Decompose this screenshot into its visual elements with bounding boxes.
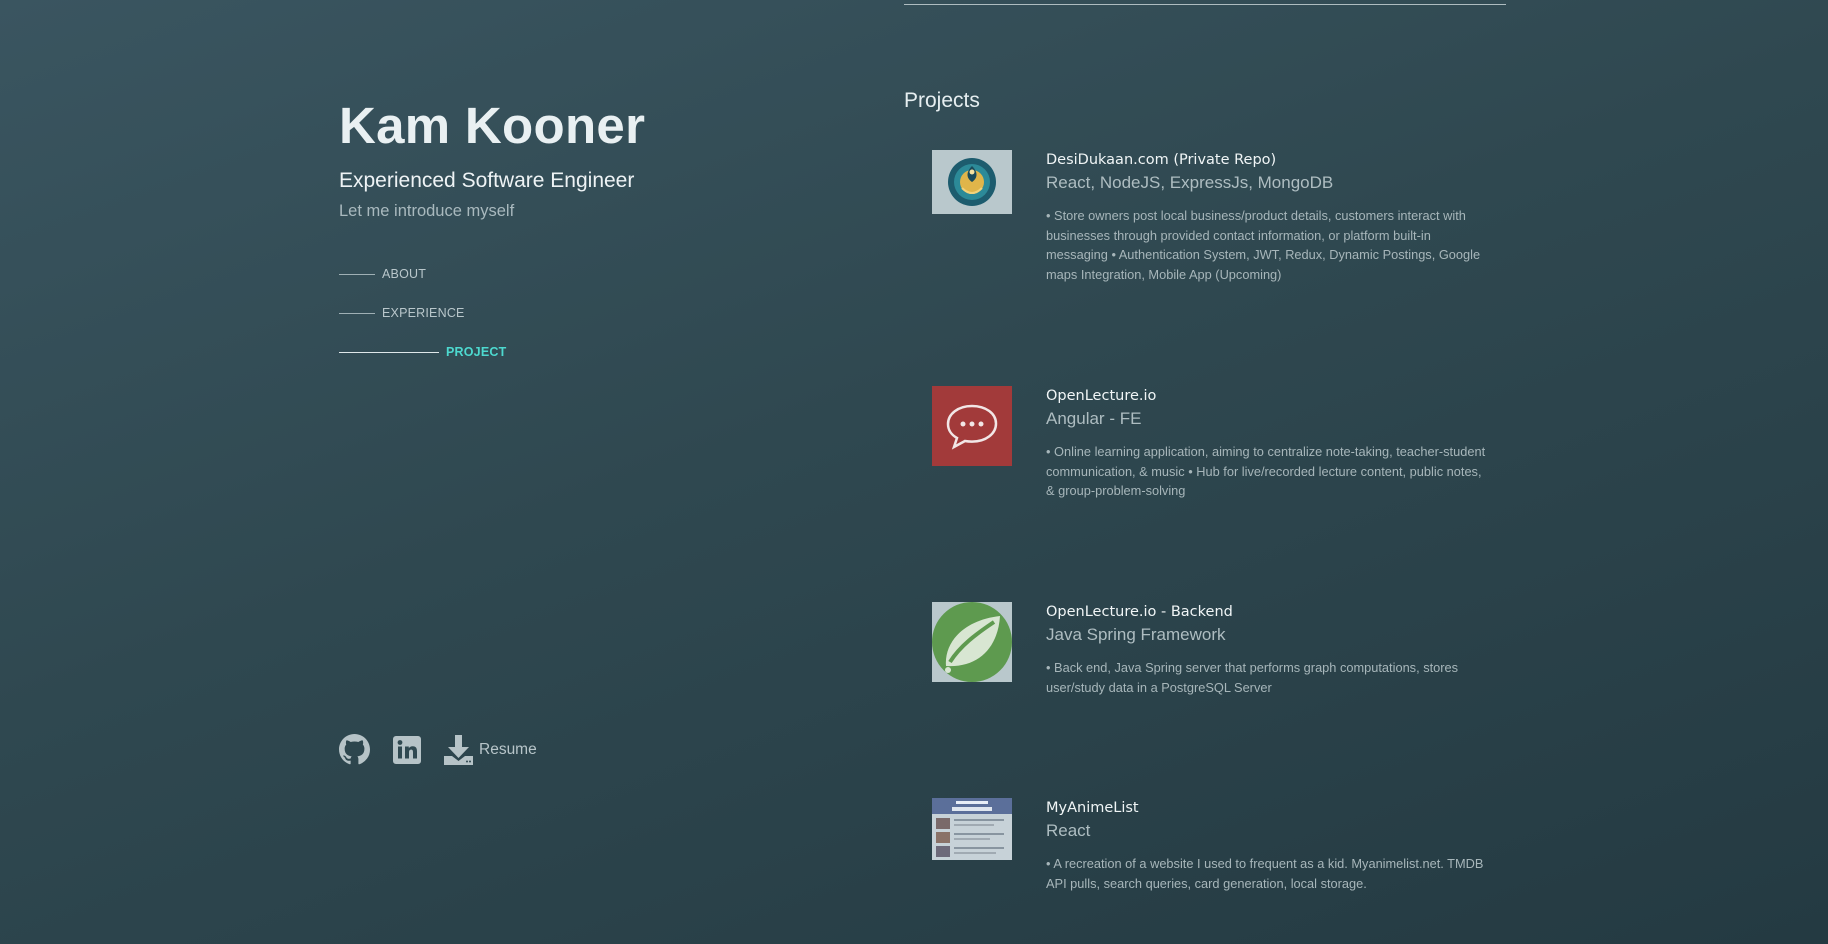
project-info: DesiDukaan.com (Private Repo) React, Nod… [1046, 150, 1486, 284]
project-description: • A recreation of a website I used to fr… [1046, 856, 1484, 891]
chat-bubble-icon [932, 386, 1012, 466]
nav-item-experience[interactable]: EXPERIENCE [339, 301, 506, 325]
project-info: OpenLecture.io Angular - FE • Online lea… [1046, 386, 1486, 501]
nav-item-label: PROJECT [446, 345, 507, 359]
project-info: OpenLecture.io - Backend Java Spring Fra… [1046, 602, 1486, 697]
project-title[interactable]: OpenLecture.io - Backend [1046, 602, 1486, 622]
nav-item-label: ABOUT [382, 267, 427, 281]
linkedin-icon [393, 735, 421, 764]
nav-indicator-line [339, 273, 375, 275]
resume-download-link[interactable]: Resume [444, 734, 537, 765]
website-screenshot-thumbnail [932, 798, 1012, 860]
project-stack: React [1046, 821, 1091, 840]
project-description: • Online learning application, aiming to… [1046, 444, 1486, 498]
section-nav: ABOUT EXPERIENCE PROJECT [339, 262, 506, 379]
github-link[interactable] [339, 734, 370, 765]
project-stack: Java Spring Framework [1046, 625, 1226, 644]
linkedin-link[interactable] [393, 735, 421, 764]
project-description: • Store owners post local business/produ… [1046, 208, 1481, 282]
section-divider [904, 4, 1506, 5]
nav-indicator-line [339, 312, 375, 314]
nav-item-label: EXPERIENCE [382, 306, 465, 320]
profile-name: Kam Kooner [339, 97, 646, 154]
spring-leaf-icon [932, 602, 1012, 682]
nav-item-project[interactable]: PROJECT [339, 340, 506, 364]
github-icon [339, 734, 370, 765]
profile-intro: Let me introduce myself [339, 202, 515, 220]
resume-label: Resume [479, 740, 537, 758]
projects-column: Projects DesiDukaan.com (Private Repo) R… [904, 0, 1506, 944]
nav-indicator-line [339, 351, 439, 353]
project-title[interactable]: DesiDukaan.com (Private Repo) [1046, 150, 1486, 170]
peacock-logo-icon [932, 150, 1012, 214]
profile-headline: Experienced Software Engineer [339, 169, 635, 192]
project-title[interactable]: MyAnimeList [1046, 798, 1486, 818]
project-stack: React, NodeJS, ExpressJs, MongoDB [1046, 173, 1334, 192]
project-title[interactable]: OpenLecture.io [1046, 386, 1486, 406]
project-info: MyAnimeList React • A recreation of a we… [1046, 798, 1486, 893]
nav-item-about[interactable]: ABOUT [339, 262, 506, 286]
project-description: • Back end, Java Spring server that perf… [1046, 660, 1459, 695]
project-stack: Angular - FE [1046, 409, 1142, 428]
projects-heading: Projects [904, 89, 980, 112]
profile-column: Kam Kooner Experienced Software Engineer… [339, 0, 839, 944]
social-links: Resume [339, 734, 560, 765]
download-icon [444, 734, 473, 765]
